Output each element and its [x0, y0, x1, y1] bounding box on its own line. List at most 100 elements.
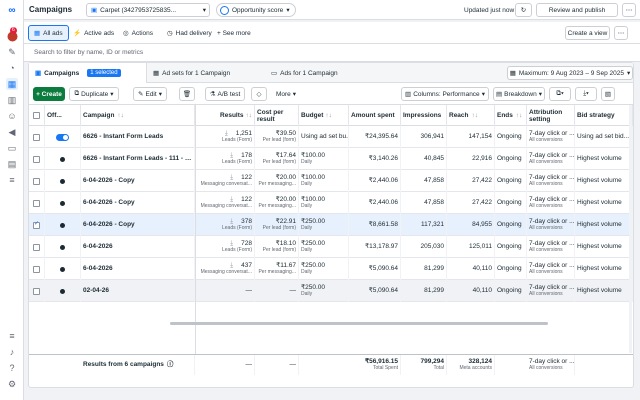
row-checkbox[interactable] [33, 265, 40, 273]
table-row[interactable]: 6-04-2026 - Copy ⤓ 122 Messaging conversat.… [29, 192, 633, 214]
date-range-picker[interactable]: ▦ Maximum: 9 Aug 2023 – 9 Sep 2025 ▾ [507, 66, 633, 80]
row-checkbox[interactable] [33, 243, 40, 251]
audience-icon[interactable]: ☺ [6, 110, 18, 122]
on-off-toggle[interactable] [60, 178, 65, 184]
ends-value: Ongoing [497, 177, 522, 185]
header-amount-spent[interactable]: Amount spent [349, 105, 401, 126]
tab-ads[interactable]: ▭ Ads for 1 Campaign [265, 63, 344, 83]
columns-button[interactable]: ▥ Columns: Performance ▾ [401, 87, 489, 101]
billing-card-icon[interactable]: ▭ [6, 142, 18, 154]
campaign-name-link[interactable]: 6-04-2026 [83, 243, 192, 251]
table-header: Off... Campaign ↑↓ Results ↑↓ Cost per res… [29, 105, 633, 126]
campaign-name-link[interactable]: 02-04-26 [83, 287, 192, 295]
header-cost-per-result[interactable]: Cost per result [255, 105, 299, 126]
tab-had-delivery[interactable]: ◷ Had delivery [162, 25, 217, 41]
select-all-checkbox[interactable] [33, 112, 40, 119]
menu-icon[interactable]: ≡ [6, 174, 18, 186]
header-impressions[interactable]: Impressions [401, 105, 447, 126]
row-checkbox[interactable] [33, 177, 40, 185]
tab-actions[interactable]: ◎ Actions [118, 25, 158, 41]
campaign-name-link[interactable]: 6626 - Instant Form Leads - 111 - punjab [83, 155, 192, 163]
more-button[interactable]: More ▾ [271, 87, 301, 101]
on-off-toggle[interactable] [60, 200, 65, 206]
attr-value: 7-day click or ... [529, 129, 575, 137]
view-options-button[interactable]: ⋯ [614, 26, 628, 40]
row-checkbox[interactable] [33, 155, 40, 163]
on-off-toggle[interactable] [60, 156, 65, 162]
bell-icon[interactable]: ♪ [6, 346, 18, 358]
settings-gear-icon[interactable]: ⚙ [6, 378, 18, 390]
row-checkbox[interactable]: ✓ [33, 221, 40, 229]
totals-reach-value: 328,124 [468, 357, 493, 365]
documents-icon[interactable]: ▤ [6, 158, 18, 170]
header-off-on[interactable]: Off... [45, 105, 81, 126]
ab-test-button[interactable]: ⚗ A/B test [205, 87, 245, 101]
help-icon[interactable]: ? [6, 362, 18, 374]
header-bid-strategy[interactable]: Bid strategy [575, 105, 633, 126]
campaign-name-link[interactable]: 6-04-2026 - Copy [83, 221, 192, 229]
table-row[interactable]: ✓ 6-04-2026 - Copy ⤓ 378 Leads (Form) ₹22.91 P… [29, 214, 633, 236]
tag-button[interactable]: ◇ [251, 87, 267, 101]
row-checkbox[interactable] [33, 199, 40, 207]
header-attribution[interactable]: Attribution setting [527, 105, 575, 126]
table-row[interactable]: 02-04-26— — ₹250.00 Daily ₹5,090.64 81,299 40,… [29, 280, 633, 302]
cost-cell: ₹18.10 Per lead (form) [255, 236, 299, 258]
more-options-button[interactable]: ⋯ [622, 3, 636, 17]
create-view-button[interactable]: Create a view [565, 26, 610, 40]
library-icon[interactable]: ▥ [6, 94, 18, 106]
tab-campaigns[interactable]: ▣ Campaigns 1 selected [29, 63, 147, 83]
selected-badge[interactable]: 1 selected [87, 69, 121, 77]
meta-logo-icon[interactable]: ∞ [6, 4, 18, 16]
tab-all-ads[interactable]: ▦ All ads [28, 25, 69, 41]
row-checkbox[interactable] [33, 133, 40, 141]
on-off-toggle[interactable] [60, 222, 65, 228]
on-off-toggle[interactable] [56, 133, 69, 141]
search-input[interactable]: Search to filter by name, ID or metrics [24, 44, 640, 62]
campaign-name-link[interactable]: 6-04-2026 - Copy [83, 177, 192, 185]
tab-ad-sets[interactable]: ▦ Ad sets for 1 Campaign [147, 63, 236, 83]
reports-button[interactable]: ⧉▾ [549, 87, 571, 101]
table-row[interactable]: 6626 - Instant Form Leads - 111 - punjab… [29, 148, 633, 170]
review-publish-button[interactable]: Review and publish [536, 3, 618, 17]
delete-button[interactable]: 🗑 [179, 87, 195, 101]
chart-toggle-button[interactable]: ▧ [601, 87, 615, 101]
campaigns-table-icon[interactable]: ▦ [6, 78, 18, 90]
opportunity-score-button[interactable]: Opportunity score ▾ [216, 3, 296, 17]
header-budget[interactable]: Budget ↑↓ [299, 105, 349, 126]
campaign-name-link[interactable]: 6-04-2026 [83, 265, 192, 273]
table-row[interactable]: 6-04-2026 - Copy ⤓ 122 Messaging conversat.… [29, 170, 633, 192]
megaphone-icon[interactable]: ◀ [6, 126, 18, 138]
header-campaign[interactable]: Campaign ↑↓ [81, 105, 195, 126]
header-results[interactable]: Results ↑↓ [195, 105, 255, 126]
create-button[interactable]: + Create [33, 87, 65, 101]
on-off-toggle[interactable] [60, 288, 65, 294]
campaign-name-link[interactable]: 6626 - Instant Form Leads [83, 133, 192, 141]
table-row[interactable]: 6626 - Instant Form Leads ⤓ 1,251 Leads (Fo… [29, 126, 633, 148]
see-more-button[interactable]: + See more [212, 25, 256, 41]
campaign-name-link[interactable]: 6-04-2026 - Copy [83, 199, 192, 207]
on-off-toggle[interactable] [60, 244, 65, 250]
table-row[interactable]: 6-04-2026 ⤓ 437 Messaging conversat... ₹11.6… [29, 258, 633, 280]
dashboard-icon[interactable]: ◔ [6, 62, 18, 74]
header-ends[interactable]: Ends ↑↓ [495, 105, 527, 126]
header-reach[interactable]: Reach ↑↓ [447, 105, 495, 126]
ends-cell: Ongoing [495, 148, 527, 170]
impressions-value: 205,030 [420, 243, 445, 251]
budget-subtext: Daily [301, 225, 313, 231]
edit-icon[interactable]: ✎ [6, 46, 18, 58]
hamburger-icon[interactable]: ≡ [6, 330, 18, 342]
edit-button[interactable]: ✎ Edit ▾ [133, 87, 167, 101]
impressions-cell: 47,858 [401, 192, 447, 214]
horizontal-scrollbar[interactable] [170, 322, 548, 325]
export-button[interactable]: ⤓▾ [575, 87, 597, 101]
ad-account-selector[interactable]: ▣ Carpet (3427953725835... ▾ [86, 3, 210, 17]
duplicate-button[interactable]: ⧉ Duplicate ▾ [69, 87, 119, 101]
header-label: Reach [449, 112, 469, 119]
refresh-button[interactable]: ↻ [515, 3, 532, 17]
tab-active-ads[interactable]: ⚡ Active ads [68, 25, 119, 41]
table-row[interactable]: 6-04-2026 ⤓ 728 Leads (Form) ₹18.10 Per lead … [29, 236, 633, 258]
breakdown-button[interactable]: ▤ Breakdown ▾ [493, 87, 545, 101]
on-off-toggle[interactable] [60, 266, 65, 272]
vertical-scrollbar[interactable] [629, 105, 632, 353]
row-checkbox[interactable] [33, 287, 40, 295]
